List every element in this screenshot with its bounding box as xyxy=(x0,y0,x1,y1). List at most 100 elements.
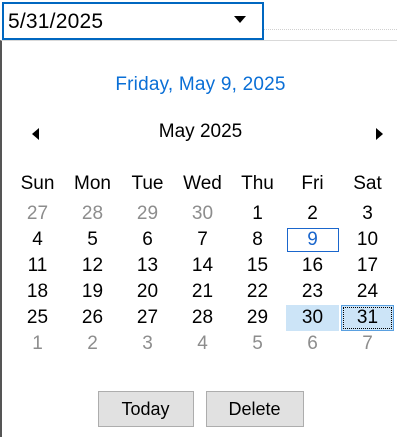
next-month-button[interactable] xyxy=(371,126,387,142)
calendar-day-number: 3 xyxy=(362,203,373,224)
calendar-day-selected[interactable]: 30 xyxy=(285,305,340,331)
calendar-day-number: 17 xyxy=(356,255,379,276)
calendar-day-other-month[interactable]: 3 xyxy=(120,331,175,357)
calendar-day-number: 19 xyxy=(81,281,104,302)
calendar-day[interactable]: 12 xyxy=(65,253,120,279)
calendar-day-number: 6 xyxy=(142,229,153,250)
calendar-day-number: 26 xyxy=(81,307,104,328)
calendar-day-selected[interactable]: 31 xyxy=(340,305,395,331)
calendar-day-number: 12 xyxy=(81,255,104,276)
calendar-day[interactable]: 3 xyxy=(340,201,395,227)
calendar-day[interactable]: 16 xyxy=(285,253,340,279)
calendar-buttons: Today Delete xyxy=(2,391,397,427)
calendar-day[interactable]: 13 xyxy=(120,253,175,279)
calendar-day-number: 4 xyxy=(32,229,43,250)
calendar-day-number: 2 xyxy=(87,333,98,354)
calendar-day-number: 5 xyxy=(252,333,263,354)
calendar-day-other-month[interactable]: 7 xyxy=(340,331,395,357)
calendar-day[interactable]: 7 xyxy=(175,227,230,253)
calendar-day-number: 8 xyxy=(252,229,263,250)
dropdown-button[interactable] xyxy=(222,4,262,38)
calendar-day-number: 20 xyxy=(136,281,159,302)
calendar-day-number: 30 xyxy=(191,203,214,224)
calendar-day[interactable]: 22 xyxy=(230,279,285,305)
date-combobox[interactable]: 5/31/2025 xyxy=(2,2,264,40)
calendar-day-other-month[interactable]: 29 xyxy=(120,201,175,227)
calendar-week-row: 18 19 20 21 22 23 24 xyxy=(10,279,395,305)
calendar-day-number: 25 xyxy=(26,307,49,328)
calendar-day-number: 1 xyxy=(32,333,43,354)
calendar-day-number: 24 xyxy=(356,281,379,302)
chevron-down-icon xyxy=(234,16,246,23)
calendar-day[interactable]: 10 xyxy=(340,227,395,253)
calendar-day[interactable]: 18 xyxy=(10,279,65,305)
today-button[interactable]: Today xyxy=(97,391,194,427)
calendar-day[interactable]: 26 xyxy=(65,305,120,331)
calendar-day[interactable]: 21 xyxy=(175,279,230,305)
calendar-day[interactable]: 4 xyxy=(10,227,65,253)
calendar-day[interactable]: 14 xyxy=(175,253,230,279)
delete-button[interactable]: Delete xyxy=(205,391,304,427)
calendar-grid: Sun Mon Tue Wed Thu Fri Sat 27 28 29 30 1 2 3 4… xyxy=(10,171,395,357)
calendar-day[interactable]: 28 xyxy=(175,305,230,331)
day-of-week-header: Sun Mon Tue Wed Thu Fri Sat xyxy=(10,171,395,197)
calendar-day-number: 7 xyxy=(197,229,208,250)
next-month-icon xyxy=(376,128,383,140)
calendar-day-other-month[interactable]: 6 xyxy=(285,331,340,357)
calendar-day-other-month[interactable]: 1 xyxy=(10,331,65,357)
calendar-day[interactable]: 5 xyxy=(65,227,120,253)
calendar-day-number: 29 xyxy=(136,203,159,224)
calendar-day-number: 3 xyxy=(142,333,153,354)
calendar-day[interactable]: 8 xyxy=(230,227,285,253)
dow-mon: Mon xyxy=(74,173,111,194)
calendar-day-number: 5 xyxy=(87,229,98,250)
calendar-day[interactable]: 24 xyxy=(340,279,395,305)
calendar-day-number: 22 xyxy=(246,281,269,302)
calendar-day[interactable]: 23 xyxy=(285,279,340,305)
calendar-day-other-month[interactable]: 30 xyxy=(175,201,230,227)
date-combobox-value[interactable]: 5/31/2025 xyxy=(8,9,103,35)
dow-tue: Tue xyxy=(131,173,164,194)
calendar-day-number: 7 xyxy=(362,333,373,354)
calendar-day[interactable]: 17 xyxy=(340,253,395,279)
dow-sat: Sat xyxy=(353,173,382,194)
calendar-day[interactable]: 6 xyxy=(120,227,175,253)
calendar-day-other-month[interactable]: 4 xyxy=(175,331,230,357)
calendar-week-row: 27 28 29 30 1 2 3 xyxy=(10,201,395,227)
calendar-day[interactable]: 19 xyxy=(65,279,120,305)
calendar-day-other-month[interactable]: 5 xyxy=(230,331,285,357)
calendar-day-other-month[interactable]: 2 xyxy=(65,331,120,357)
calendar-day[interactable]: 20 xyxy=(120,279,175,305)
calendar-day-number: 11 xyxy=(27,255,48,276)
calendar-day[interactable]: 11 xyxy=(10,253,65,279)
month-title[interactable]: May 2025 xyxy=(2,121,397,143)
calendar-day-number: 2 xyxy=(307,203,318,224)
calendar-day[interactable]: 2 xyxy=(285,201,340,227)
dow-thu: Thu xyxy=(241,173,274,194)
calendar-day[interactable]: 25 xyxy=(10,305,65,331)
calendar-day-number: 10 xyxy=(356,229,379,250)
calendar-day-number: 6 xyxy=(307,333,318,354)
date-picker-window: 5/31/2025 Friday, May 9, 2025 May 2025 S… xyxy=(0,0,397,437)
calendar-day[interactable]: 1 xyxy=(230,201,285,227)
calendar-day-number: 23 xyxy=(301,281,324,302)
calendar-day-number: 28 xyxy=(191,307,214,328)
calendar-day-number: 21 xyxy=(191,281,214,302)
calendar-day-number: 30 xyxy=(286,305,339,331)
calendar-week-row: 11 12 13 14 15 16 17 xyxy=(10,253,395,279)
calendar-day-other-month[interactable]: 28 xyxy=(65,201,120,227)
dow-fri: Fri xyxy=(301,173,324,194)
calendar-day[interactable]: 27 xyxy=(120,305,175,331)
calendar-day[interactable]: 29 xyxy=(230,305,285,331)
calendar-day[interactable]: 15 xyxy=(230,253,285,279)
month-calendar-dropdown: Friday, May 9, 2025 May 2025 Sun Mon Tue… xyxy=(0,40,397,437)
calendar-day-today[interactable]: 9 xyxy=(285,227,340,253)
calendar-days: 27 28 29 30 1 2 3 4 5 6 7 8 9 10 11 12 13 14 15 16 17 18 19 20 2… xyxy=(10,201,395,357)
calendar-day-number: 29 xyxy=(246,307,269,328)
calendar-day-other-month[interactable]: 27 xyxy=(10,201,65,227)
today-link[interactable]: Friday, May 9, 2025 xyxy=(2,74,397,96)
calendar-day-number: 31 xyxy=(341,305,394,331)
calendar-day-number: 27 xyxy=(136,307,159,328)
calendar-day-number: 9 xyxy=(286,228,339,252)
calendar-day-number: 28 xyxy=(81,203,104,224)
